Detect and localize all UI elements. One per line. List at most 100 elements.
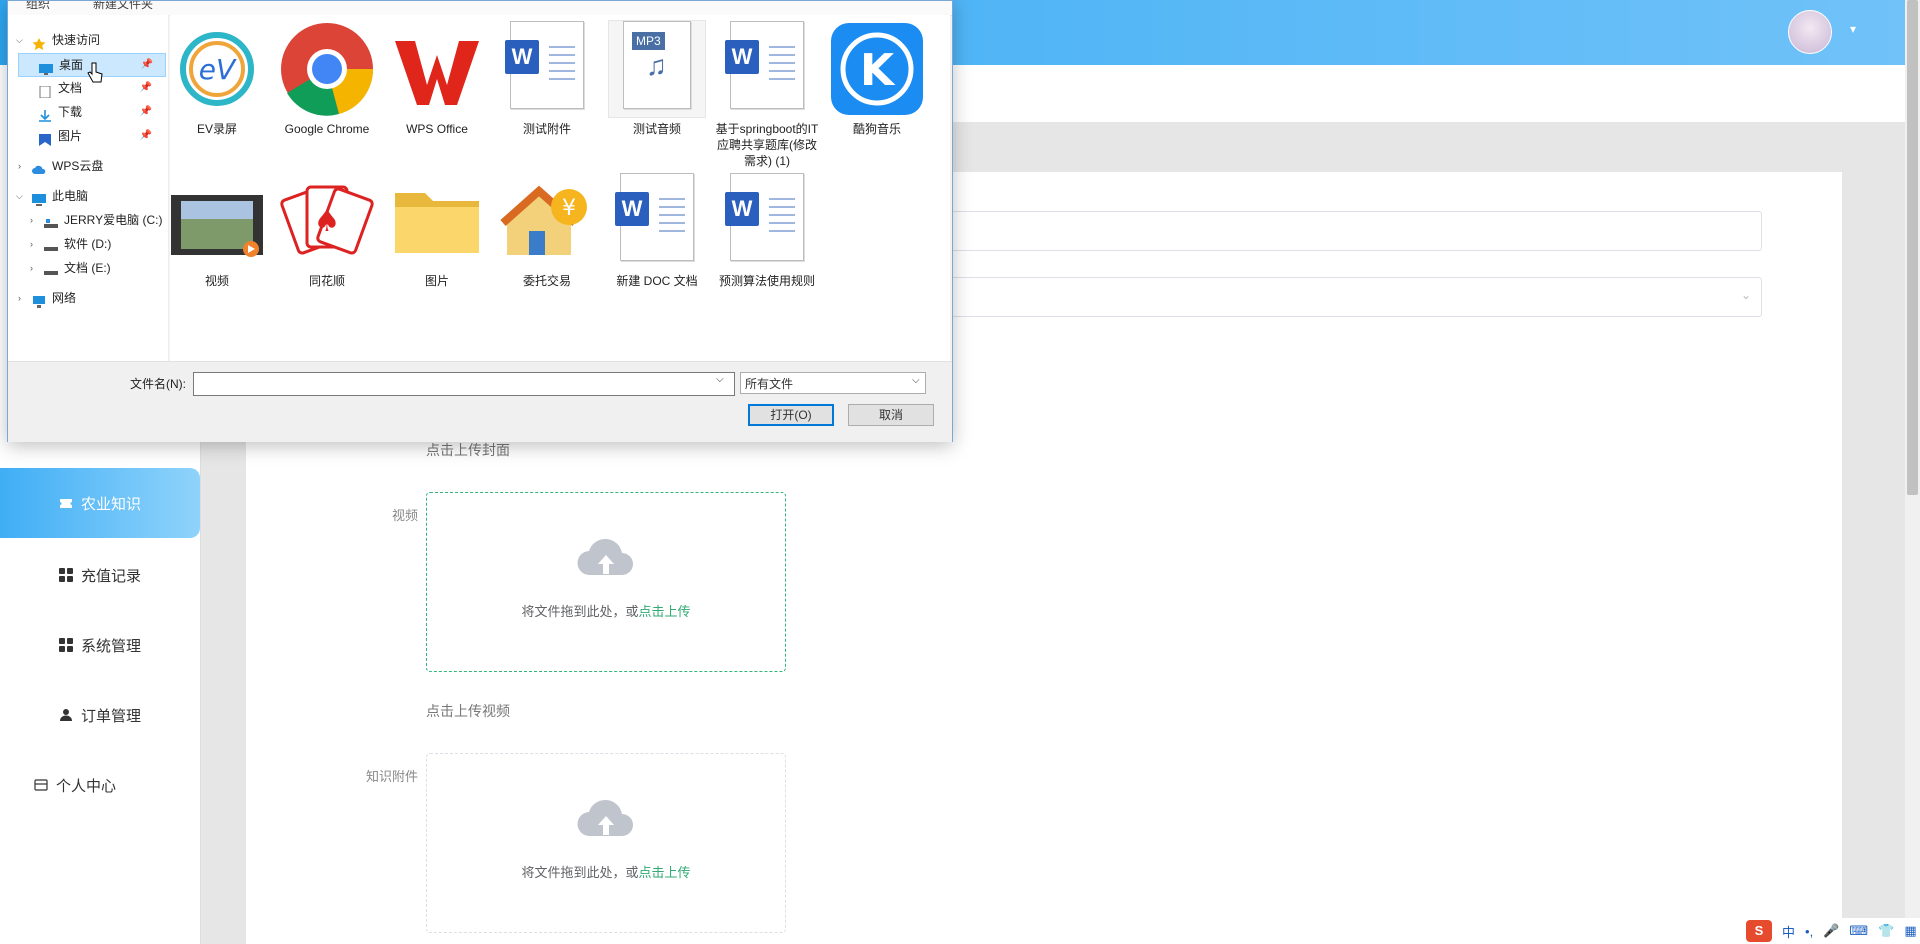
upload-cloud-icon xyxy=(576,796,636,842)
menu-grid-icon[interactable]: ▦ xyxy=(1904,923,1916,939)
file-item[interactable]: W 基于springboot的IT应聘共享题库(修改需求) (1) xyxy=(713,15,821,169)
card-icon xyxy=(34,778,48,792)
tree-label: 文档 xyxy=(58,81,83,95)
microphone-icon[interactable]: 🎤 xyxy=(1823,923,1839,939)
new-folder-button[interactable]: 新建文件夹 xyxy=(93,1,153,12)
file-item[interactable]: W 预测算法使用规则 xyxy=(713,167,821,289)
document-icon xyxy=(38,83,52,99)
open-button[interactable]: 打开(O) xyxy=(748,404,834,426)
video-upload-hint[interactable]: 点击上传视频 xyxy=(426,701,510,721)
video-file-icon xyxy=(169,173,265,269)
tree-network[interactable]: › 网络 xyxy=(16,287,76,309)
dialog-toolbar: 组织 新建文件夹 xyxy=(8,1,952,16)
chevron-right-icon: › xyxy=(30,215,33,225)
sidebar-item-profile[interactable]: 个人中心 xyxy=(0,750,200,820)
chevron-down-icon[interactable]: ⌵ xyxy=(716,374,724,385)
sidebar-item-label: 订单管理 xyxy=(80,707,141,725)
file-name: 新建 DOC 文档 xyxy=(616,274,698,288)
filename-input[interactable] xyxy=(193,372,735,396)
file-item[interactable]: 图片 xyxy=(383,167,491,289)
category-select[interactable]: ⌄ xyxy=(940,277,1762,317)
drive-icon xyxy=(44,263,58,275)
tree-label: 图片 xyxy=(58,129,83,143)
file-name: Google Chrome xyxy=(284,122,370,136)
skin-icon[interactable]: 👕 xyxy=(1878,923,1894,939)
chevron-right-icon: › xyxy=(18,293,21,303)
network-icon xyxy=(32,293,46,308)
upload-link[interactable]: 点击上传 xyxy=(639,865,691,880)
pin-icon: 📌 xyxy=(139,106,152,117)
user-icon xyxy=(59,708,73,722)
svg-text:¥: ¥ xyxy=(562,196,576,221)
file-item[interactable]: 视频 xyxy=(163,167,271,289)
ev-recorder-icon: eV xyxy=(169,21,265,117)
download-icon xyxy=(38,107,52,122)
chevron-down-icon[interactable]: ▾ xyxy=(1850,22,1856,36)
tree-wps-cloud[interactable]: › WPS云盘 xyxy=(16,155,103,177)
cover-upload-hint[interactable]: 点击上传封面 xyxy=(426,440,510,460)
file-list: eV EV录屏 Google Chrome WPS Office W 测试附件 … xyxy=(170,15,950,361)
video-upload-dropzone[interactable]: 将文件拖到此处，或点击上传 xyxy=(426,492,786,672)
organize-menu[interactable]: 组织 xyxy=(26,1,50,12)
tree-drive-c[interactable]: › JERRY爱电脑 (C:) xyxy=(28,209,162,231)
drive-icon xyxy=(44,215,58,228)
cloud-icon xyxy=(32,161,46,174)
tree-label: 桌面 xyxy=(59,58,84,72)
file-item[interactable]: MP3 ♫ 测试音频 xyxy=(603,15,711,137)
sidebar-item-recharge[interactable]: 充值记录 xyxy=(0,540,200,610)
file-name: 测试附件 xyxy=(522,122,571,136)
chevron-down-icon: ⌵ xyxy=(16,35,23,45)
file-item[interactable]: WPS Office xyxy=(383,15,491,137)
attachment-upload-dropzone[interactable]: 将文件拖到此处，或点击上传 xyxy=(426,753,786,933)
word-doc-icon: W xyxy=(719,173,815,269)
sogou-ime-icon[interactable]: S xyxy=(1746,920,1772,942)
sidebar-item-orders[interactable]: 订单管理 xyxy=(0,680,200,750)
upload-link[interactable]: 点击上传 xyxy=(639,604,691,619)
sidebar-item-agri-knowledge[interactable]: 农业知识 xyxy=(0,468,200,538)
sidebar-item-system[interactable]: 系统管理 xyxy=(0,610,200,680)
tree-this-pc[interactable]: ⌵ 此电脑 xyxy=(16,185,88,207)
pin-icon: 📌 xyxy=(139,82,152,93)
file-item[interactable]: W 新建 DOC 文档 xyxy=(603,167,711,289)
sidebar-item-label: 系统管理 xyxy=(80,637,141,655)
file-item[interactable]: ♠ 同花顺 xyxy=(273,167,381,289)
chevron-down-icon[interactable]: ⌵ xyxy=(912,375,920,386)
title-input[interactable] xyxy=(940,211,1762,251)
file-name: 图片 xyxy=(424,274,449,288)
ime-mode-indicator[interactable]: 中 xyxy=(1782,922,1795,941)
chevron-down-icon: ⌄ xyxy=(1740,288,1751,302)
word-doc-icon: W xyxy=(499,21,595,117)
tree-pictures[interactable]: 图片 📌 xyxy=(18,125,164,147)
word-doc-icon: W xyxy=(609,173,705,269)
video-label: 视频 xyxy=(391,508,418,523)
grid-icon xyxy=(58,638,73,652)
file-item[interactable]: K 酷狗音乐 xyxy=(823,15,931,137)
page-scrollbar-thumb[interactable] xyxy=(1907,0,1918,495)
pin-icon: 📌 xyxy=(139,130,152,141)
upload-instruction: 将文件拖到此处，或 xyxy=(521,865,639,880)
ime-punct-indicator[interactable]: •, xyxy=(1805,924,1813,939)
file-name: EV录屏 xyxy=(196,122,237,136)
file-name: WPS Office xyxy=(406,122,468,136)
user-avatar[interactable] xyxy=(1788,10,1832,54)
file-item[interactable]: ¥ 委托交易 xyxy=(493,167,601,289)
keyboard-icon[interactable]: ⌨ xyxy=(1849,923,1868,939)
cancel-button[interactable]: 取消 xyxy=(848,404,934,426)
wps-office-icon xyxy=(389,21,485,117)
tree-drive-e[interactable]: › 文档 (E:) xyxy=(28,257,111,279)
file-item[interactable]: eV EV录屏 xyxy=(163,15,271,137)
file-item[interactable]: W 测试附件 xyxy=(493,15,601,137)
tree-label: 快速访问 xyxy=(52,33,101,47)
file-item[interactable]: Google Chrome xyxy=(273,15,381,137)
file-name: 测试音频 xyxy=(632,122,681,136)
tree-drive-d[interactable]: › 软件 (D:) xyxy=(28,233,111,255)
tree-quick-access[interactable]: ⌵ 快速访问 xyxy=(16,29,100,51)
filetype-select[interactable]: 所有文件 xyxy=(740,372,926,394)
star-icon xyxy=(32,35,46,50)
tree-label: 软件 (D:) xyxy=(64,237,112,251)
tree-downloads[interactable]: 下载 📌 xyxy=(18,101,164,123)
svg-text:K: K xyxy=(860,45,896,96)
sidebar-item-label: 农业知识 xyxy=(80,495,141,513)
computer-icon xyxy=(32,191,46,206)
kugou-music-icon: K xyxy=(829,21,925,117)
